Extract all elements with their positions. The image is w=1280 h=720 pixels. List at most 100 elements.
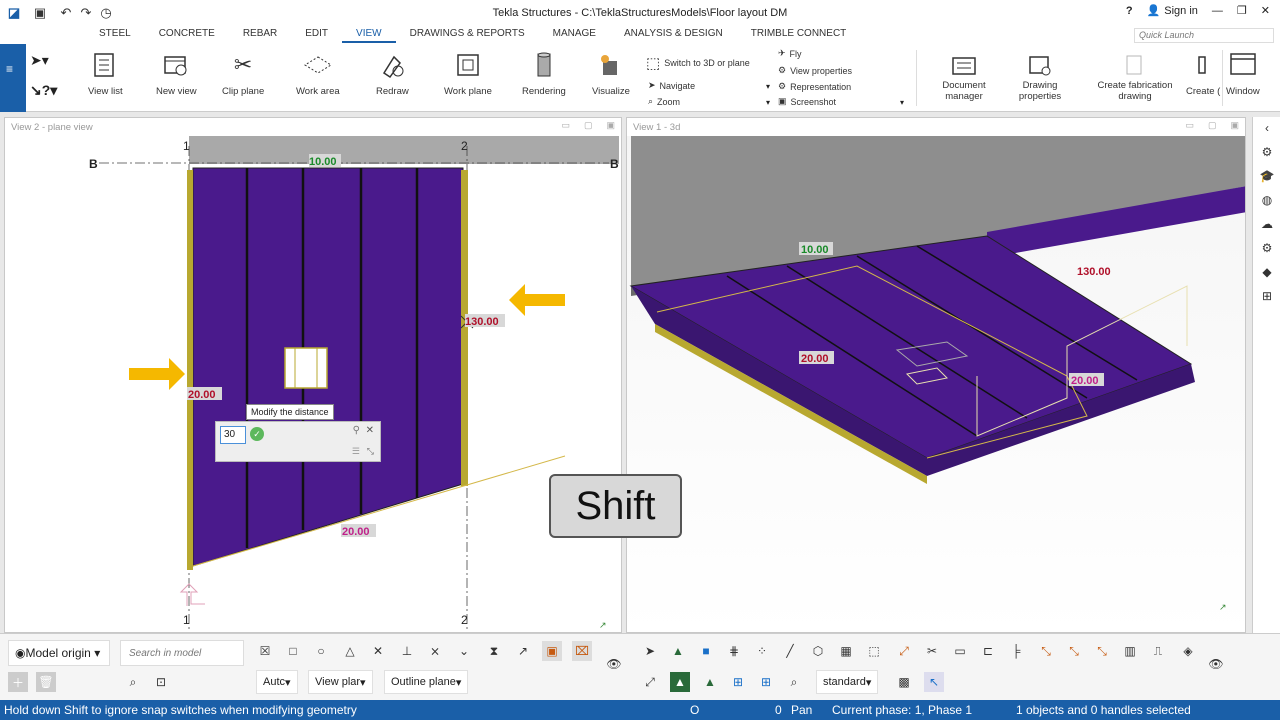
auto-dropdown[interactable]: Autc ▾ <box>256 670 298 694</box>
switch-3d-button[interactable]: ⬚ Switch to 3D or plane <box>646 54 750 72</box>
select-arrow-icon[interactable]: ➤▾ <box>30 52 49 69</box>
view-close-button[interactable]: ▣ <box>1230 120 1239 131</box>
select-all-icon[interactable]: ➤ <box>640 641 660 661</box>
select-components-icon[interactable]: ⬡ <box>808 641 828 661</box>
navigate-button[interactable]: ➤ Navigate <box>648 80 695 91</box>
select-assembly-filter-icon[interactable]: ▲ <box>700 672 720 692</box>
snap-any-icon[interactable]: ⧗ <box>484 641 504 661</box>
model-origin-select[interactable]: ◉Model origin ▾ <box>8 640 110 666</box>
standard-filter-dropdown[interactable]: standard ▾ <box>816 670 879 694</box>
plane-view-window[interactable]: View 2 - plane view ▭ ▢ ▣ 1 2 B B 1 2 10… <box>4 117 622 633</box>
redo-icon[interactable]: ↷ <box>78 5 94 21</box>
gear-icon[interactable]: ⚙ <box>1259 241 1275 257</box>
select-cuts-icon[interactable]: ✂ <box>922 641 942 661</box>
outline-plane-dropdown[interactable]: Outline plane ▾ <box>384 670 469 694</box>
visualize-button[interactable]: Visualize <box>592 50 630 97</box>
menu-tab-trimble-connect[interactable]: TRIMBLE CONNECT <box>737 28 861 43</box>
sign-in-link[interactable]: Sign in <box>1164 5 1198 17</box>
save-icon[interactable]: ▣ <box>32 5 48 21</box>
search-model-input[interactable]: Search in model <box>120 640 244 666</box>
representation-button[interactable]: ⚙ Representation <box>778 81 851 92</box>
select-rebar-icon[interactable]: ▦ <box>836 641 856 661</box>
3d-dim-right[interactable]: 130.00 <box>1077 266 1111 278</box>
zoom-selected-icon[interactable]: ⊡ <box>151 672 171 692</box>
filter-group-icon[interactable]: ⊞ <box>756 672 776 692</box>
view-maximize-button[interactable]: ▢ <box>584 120 593 131</box>
list-icon[interactable]: ☰ <box>352 446 360 457</box>
select-handles-icon[interactable]: ⊏ <box>978 641 998 661</box>
clip-plane-button[interactable]: ✂ Clip plane <box>222 50 264 97</box>
cloud-icon[interactable]: ☁ <box>1259 217 1275 233</box>
menu-tab-drawings-reports[interactable]: DRAWINGS & REPORTS <box>396 28 539 43</box>
create-fabrication-drawing-button[interactable]: Create fabrication drawing <box>1080 50 1190 102</box>
pin-icon[interactable]: ⚲ <box>353 425 360 436</box>
resize-icon[interactable]: ⤡ <box>367 446 374 457</box>
snap-circle-icon[interactable]: ○ <box>311 641 331 661</box>
screenshot-button[interactable]: ▣ Screenshot <box>778 96 836 107</box>
snap-reference-icon[interactable]: ▣ <box>542 641 562 661</box>
dim-bottom[interactable]: 20.00 <box>342 526 370 538</box>
select-cast-unit-icon[interactable]: ⤡ <box>1064 641 1084 661</box>
3d-view-window[interactable]: View 1 - 3d ▭ ▢ ▣ 10.00 130.00 20.00 20.… <box>626 117 1246 633</box>
select-parts-icon[interactable]: ▲ <box>668 641 688 661</box>
view-maximize-button[interactable]: ▢ <box>1208 120 1217 131</box>
document-manager-button[interactable]: Document manager <box>938 50 990 102</box>
view-minimize-button[interactable]: ▭ <box>561 120 570 131</box>
dim-top[interactable]: 10.00 <box>309 156 337 168</box>
select-bolts-icon[interactable]: ⤢ <box>894 641 914 661</box>
snap-extension-icon[interactable]: ⨯ <box>425 641 445 661</box>
view-minimize-button[interactable]: ▭ <box>1185 120 1194 131</box>
select-part-filter-icon[interactable]: ▲ <box>670 672 690 692</box>
drawing-properties-button[interactable]: Drawing properties <box>1014 50 1066 102</box>
view-close-button[interactable]: ▣ <box>606 120 615 131</box>
globe-icon[interactable]: ◍ <box>1259 193 1275 209</box>
eye-icon[interactable]: 👁 <box>1206 654 1226 674</box>
filter-grid-icon[interactable]: ⊞ <box>728 672 748 692</box>
quick-launch-input[interactable]: Quick Launch <box>1134 28 1274 43</box>
snap-free-icon[interactable]: ↗ <box>513 641 533 661</box>
menu-tab-rebar[interactable]: REBAR <box>229 28 291 43</box>
menu-tab-analysis-design[interactable]: ANALYSIS & DESIGN <box>610 28 737 43</box>
history-icon[interactable]: ◷ <box>98 5 114 21</box>
hamburger-icon[interactable]: ≡ <box>6 62 13 76</box>
select-surface-icon[interactable]: ■ <box>696 641 716 661</box>
select-lines-icon[interactable]: ╱ <box>780 641 800 661</box>
select-assembly-icon[interactable]: ⤡ <box>1036 641 1056 661</box>
undo-icon[interactable]: ↶ <box>58 5 74 21</box>
minimize-button[interactable]: — <box>1212 5 1223 17</box>
select-views-icon[interactable]: ▭ <box>950 641 970 661</box>
ribbon-expand-icon[interactable]: ▾ <box>900 98 904 107</box>
select-points-icon[interactable]: ⁘ <box>752 641 772 661</box>
close-icon[interactable]: ✕ <box>366 425 374 436</box>
select-welds-icon[interactable]: ⬚ <box>864 641 884 661</box>
work-area-button[interactable]: Work area <box>296 50 340 97</box>
3d-dim-bottom[interactable]: 20.00 <box>1071 375 1099 387</box>
cube-icon[interactable]: ◆ <box>1259 265 1275 281</box>
select-grid-icon[interactable]: ⋕ <box>724 641 744 661</box>
rendering-button[interactable]: Rendering <box>522 50 566 97</box>
zoom-button[interactable]: ⌕ Zoom <box>648 96 680 107</box>
window-button[interactable]: Window <box>1226 50 1260 97</box>
confirm-check-icon[interactable]: ✓ <box>250 427 264 441</box>
distance-input[interactable]: 30 <box>220 426 246 444</box>
user-icon[interactable]: 👤 <box>1147 4 1161 17</box>
3d-view-canvas[interactable]: 10.00 130.00 20.00 20.00 ↗ <box>627 136 1245 632</box>
work-plane-button[interactable]: Work plane <box>444 50 492 97</box>
redraw-button[interactable]: Redraw <box>376 50 409 97</box>
status-phase[interactable]: Current phase: 1, Phase 1 <box>832 703 972 717</box>
tekla-logo-icon[interactable]: ◪ <box>6 5 22 21</box>
help-icon[interactable]: ? <box>1126 5 1133 17</box>
add-icon[interactable]: ＋ <box>8 672 28 692</box>
apps-grid-icon[interactable]: ⊞ <box>1259 289 1275 305</box>
view-list-button[interactable]: View list <box>88 50 123 97</box>
collapse-chevron-icon[interactable]: ‹ <box>1259 121 1275 137</box>
3d-dim-left[interactable]: 20.00 <box>801 353 829 365</box>
plane-view-canvas[interactable]: 1 2 B B 1 2 10.00 130.00 20.00 20.00 ↗ <box>5 136 621 632</box>
menu-tab-view[interactable]: VIEW <box>342 28 396 43</box>
menu-tab-steel[interactable]: STEEL <box>85 28 145 43</box>
menu-tab-edit[interactable]: EDIT <box>291 28 342 43</box>
select-connection-icon[interactable]: ▥ <box>1120 641 1140 661</box>
layers-icon[interactable]: ◈ <box>1178 641 1198 661</box>
dim-right[interactable]: 130.00 <box>465 316 499 328</box>
dim-left[interactable]: 20.00 <box>188 389 216 401</box>
